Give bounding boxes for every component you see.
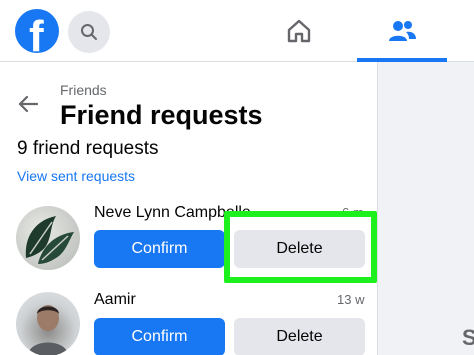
search-icon (81, 24, 97, 40)
tab-home[interactable] (254, 0, 344, 62)
top-navigation-bar: f (0, 0, 474, 62)
confirm-button[interactable]: Confirm (94, 318, 225, 355)
avatar[interactable] (16, 292, 80, 355)
requester-name[interactable]: Neve Lynn Campbelle (94, 204, 251, 222)
request-count: 9 friend requests (17, 138, 159, 159)
plant-leaf-image (25, 216, 74, 264)
home-icon (287, 19, 311, 43)
requester-name[interactable]: Aamir (94, 291, 136, 309)
view-sent-requests-link[interactable]: View sent requests (17, 168, 135, 184)
facebook-logo-letter: f (29, 12, 44, 53)
page-title: Friend requests (60, 100, 263, 130)
delete-button[interactable]: Delete (234, 318, 365, 355)
tab-friends[interactable] (357, 0, 447, 62)
request-time: 13 w (337, 292, 365, 307)
request-time: 6 m (342, 205, 364, 220)
facebook-logo[interactable]: f (15, 9, 59, 53)
confirm-button[interactable]: Confirm (94, 230, 225, 268)
person-photo (28, 305, 68, 355)
back-arrow-icon (18, 95, 39, 113)
avatar[interactable] (16, 206, 80, 270)
back-button[interactable] (16, 92, 40, 116)
breadcrumb[interactable]: Friends (60, 82, 107, 98)
main-content-heading-fragment: S (462, 325, 474, 350)
friends-icon (389, 21, 416, 41)
main-content-pane (379, 62, 474, 355)
search-button[interactable] (68, 11, 110, 53)
delete-button[interactable]: Delete (234, 230, 365, 268)
